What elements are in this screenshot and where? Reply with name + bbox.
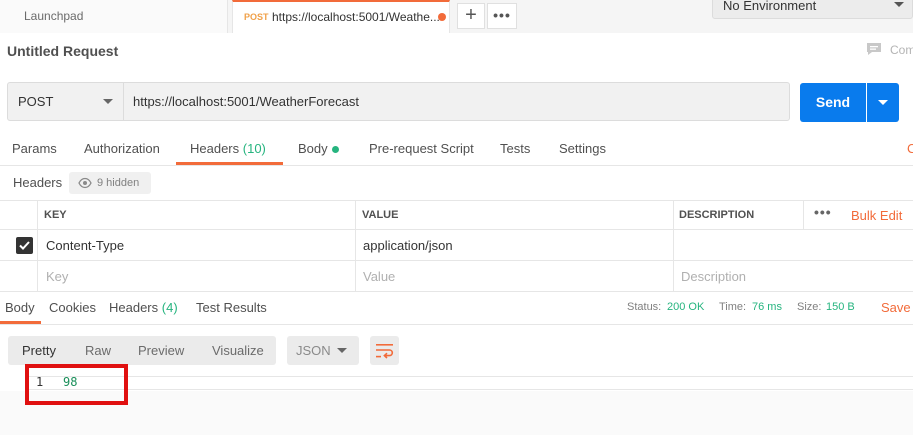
- cookies-link[interactable]: C: [907, 141, 913, 156]
- table-row: Content-Type application/json: [0, 230, 913, 261]
- description-placeholder: Description: [681, 269, 747, 284]
- format-type-select[interactable]: JSON: [287, 336, 359, 365]
- tab-headers-count: (10): [242, 141, 266, 156]
- highlight-box: [25, 364, 128, 405]
- response-headers-count: (4): [161, 300, 178, 315]
- divider: [0, 324, 913, 325]
- chevron-down-icon: [103, 99, 113, 104]
- url-input[interactable]: [125, 83, 789, 120]
- method-value: POST: [18, 94, 54, 109]
- send-button[interactable]: Send: [800, 83, 866, 122]
- unsaved-dot-icon: [438, 13, 446, 21]
- format-type-value: JSON: [296, 343, 331, 358]
- key-input[interactable]: Key: [37, 261, 355, 291]
- column-header-value: VALUE: [362, 209, 399, 221]
- format-raw-button[interactable]: Raw: [85, 343, 111, 358]
- value-cell[interactable]: application/json: [355, 230, 673, 260]
- response-code-line: [28, 376, 913, 390]
- wrap-lines-icon: [376, 344, 394, 359]
- new-tab-button[interactable]: +: [457, 3, 485, 29]
- save-response-button[interactable]: Save R: [881, 300, 913, 315]
- send-options-button[interactable]: [867, 83, 899, 122]
- hidden-headers-count: 9 hidden: [97, 177, 140, 189]
- time-label: Time:: [719, 301, 747, 313]
- response-tab-headers[interactable]: Headers (4): [109, 300, 178, 315]
- key-cell[interactable]: Content-Type: [37, 230, 355, 260]
- tab-launchpad[interactable]: Launchpad: [0, 0, 228, 33]
- chevron-down-icon: [337, 348, 347, 353]
- tab-body[interactable]: Body: [298, 141, 328, 156]
- value-placeholder: Value: [363, 269, 396, 284]
- comments-label[interactable]: Com: [890, 43, 913, 57]
- format-preview-button[interactable]: Preview: [138, 343, 184, 358]
- tab-active-request[interactable]: POST https://localhost:5001/Weathe...: [232, 0, 450, 33]
- bulk-edit-link[interactable]: Bulk Edit: [851, 208, 902, 223]
- response-tab-body[interactable]: Body: [5, 300, 35, 315]
- tab-more-button[interactable]: •••: [487, 3, 517, 29]
- description-cell[interactable]: [673, 230, 913, 260]
- comment-icon[interactable]: [866, 42, 882, 56]
- hidden-headers-toggle[interactable]: 9 hidden: [69, 172, 151, 194]
- table-more-button[interactable]: •••: [814, 204, 832, 220]
- column-header-description: DESCRIPTION: [679, 209, 755, 221]
- wrap-lines-button[interactable]: [370, 336, 399, 365]
- response-tab-test-results[interactable]: Test Results: [196, 300, 267, 315]
- response-tab-cookies[interactable]: Cookies: [49, 300, 96, 315]
- format-pretty-button[interactable]: Pretty: [22, 343, 56, 358]
- format-visualize-button[interactable]: Visualize: [212, 343, 264, 358]
- method-select[interactable]: POST: [7, 82, 124, 121]
- header-key: Content-Type: [46, 238, 125, 253]
- chevron-down-icon: [878, 100, 888, 105]
- headers-section-label: Headers: [13, 175, 63, 190]
- chevron-down-icon: [894, 2, 904, 7]
- size-label: Size:: [797, 301, 822, 313]
- response-tab-headers-label: Headers: [109, 300, 159, 315]
- tab-pre-request-script[interactable]: Pre-request Script: [369, 141, 474, 156]
- tab-headers[interactable]: Headers (10): [190, 141, 266, 156]
- request-title[interactable]: Untitled Request: [7, 43, 118, 59]
- environment-select[interactable]: No Environment: [712, 0, 913, 19]
- description-input[interactable]: Description: [673, 261, 913, 291]
- table-row-empty: Key Value Description: [0, 261, 913, 292]
- response-body-area: [0, 391, 913, 435]
- size-value: 150 B: [826, 301, 855, 313]
- header-value: application/json: [363, 238, 453, 253]
- table-header-row: KEY VALUE DESCRIPTION ••• Bulk Edit: [0, 201, 913, 230]
- tab-tests[interactable]: Tests: [500, 141, 530, 156]
- key-placeholder: Key: [46, 269, 69, 284]
- environment-value: No Environment: [723, 0, 817, 13]
- headers-table: KEY VALUE DESCRIPTION ••• Bulk Edit Cont…: [0, 200, 913, 292]
- tab-title: https://localhost:5001/Weathe...: [272, 10, 440, 24]
- column-header-key: KEY: [44, 209, 67, 221]
- time-value: 76 ms: [752, 301, 782, 313]
- tab-method-badge: POST: [244, 12, 269, 22]
- divider: [0, 165, 913, 166]
- tab-settings[interactable]: Settings: [559, 141, 606, 156]
- status-value: 200 OK: [667, 301, 705, 313]
- tab-launchpad-label: Launchpad: [24, 9, 84, 23]
- checkmark-icon: [19, 241, 30, 250]
- tab-authorization[interactable]: Authorization: [84, 141, 160, 156]
- status-label: Status:: [627, 301, 662, 313]
- tab-headers-label: Headers: [190, 141, 240, 156]
- eye-icon: [78, 177, 92, 189]
- value-input[interactable]: Value: [355, 261, 673, 291]
- body-indicator-dot-icon: [332, 146, 339, 153]
- format-tab-group: Pretty Raw Preview Visualize: [8, 336, 276, 365]
- row-enabled-checkbox[interactable]: [16, 237, 33, 254]
- tab-params[interactable]: Params: [12, 141, 57, 156]
